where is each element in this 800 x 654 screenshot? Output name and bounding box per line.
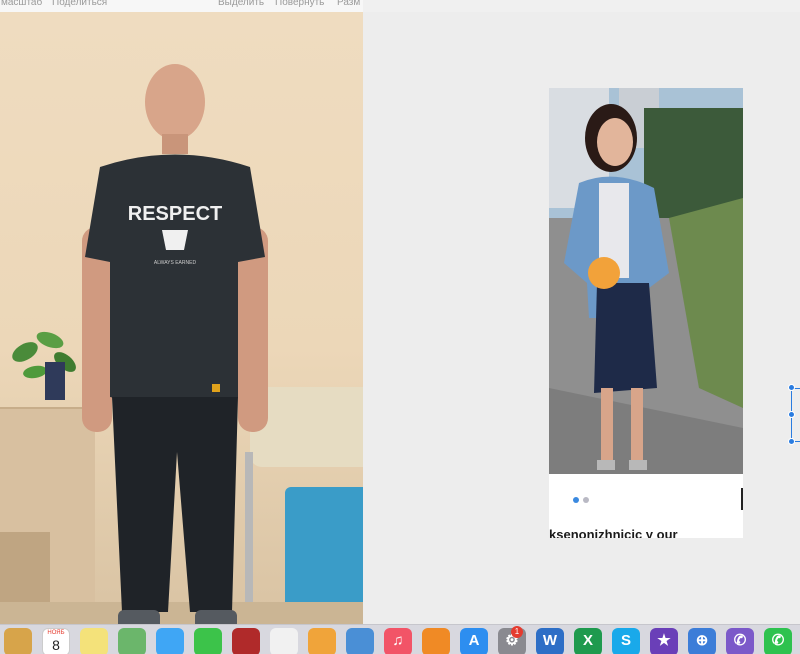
photos-icon[interactable] bbox=[270, 628, 298, 654]
calendar-day: 8 bbox=[52, 637, 60, 653]
resize-handle-bottom[interactable] bbox=[788, 438, 795, 445]
viber-icon[interactable]: ✆ bbox=[726, 628, 754, 654]
toolbar-scale[interactable]: масштаб bbox=[1, 0, 42, 8]
notes-icon[interactable] bbox=[80, 628, 108, 654]
plant-icon bbox=[12, 331, 76, 400]
app-store-glyph: A bbox=[468, 632, 480, 649]
facetime-icon[interactable] bbox=[194, 628, 222, 654]
skype-glyph: S bbox=[620, 632, 631, 649]
messages-icon[interactable] bbox=[156, 628, 184, 654]
word-glyph: W bbox=[542, 632, 558, 649]
toolbar-select[interactable]: Выделить bbox=[218, 0, 264, 8]
screen: масштаб Поделиться Выделить Повернуть Ра… bbox=[0, 0, 800, 654]
viewer-toolbar: масштаб Поделиться Выделить Повернуть Ра… bbox=[0, 0, 363, 12]
resize-handle-middle[interactable] bbox=[788, 411, 795, 418]
music-icon[interactable]: ♫ bbox=[384, 628, 412, 654]
excel-glyph: X bbox=[582, 632, 593, 649]
imovie-glyph: ★ bbox=[657, 632, 671, 649]
selection-handles[interactable] bbox=[786, 384, 800, 446]
shirt-subprint: ALWAYS EARNED bbox=[154, 260, 197, 266]
card-divider bbox=[741, 488, 743, 510]
toolbar-resize[interactable]: Разм bbox=[337, 0, 360, 8]
finder-icon[interactable] bbox=[4, 628, 32, 654]
toolbar-rotate[interactable]: Повернуть bbox=[275, 0, 324, 8]
resize-handle-top[interactable] bbox=[788, 384, 795, 391]
imovie-icon[interactable]: ★ bbox=[650, 628, 678, 654]
maps-icon[interactable] bbox=[118, 628, 146, 654]
carousel-dot-active[interactable] bbox=[573, 497, 579, 503]
excel-icon[interactable]: X bbox=[574, 628, 602, 654]
whatsapp-glyph: ✆ bbox=[771, 632, 785, 649]
whatsapp-icon[interactable]: ✆ bbox=[764, 628, 792, 654]
books-icon[interactable] bbox=[422, 628, 450, 654]
word-icon[interactable]: W bbox=[536, 628, 564, 654]
toolbar-share[interactable]: Поделиться bbox=[52, 0, 107, 8]
network-icon[interactable]: ⊕ bbox=[688, 628, 716, 654]
post-caption[interactable]: ksenonizhnicic y our bbox=[549, 528, 743, 538]
keynote-icon[interactable] bbox=[346, 628, 374, 654]
viber-glyph: ✆ bbox=[733, 632, 747, 649]
calendar-month: НОЯБ bbox=[47, 630, 65, 636]
app-store-icon[interactable]: A bbox=[460, 628, 488, 654]
pages-icon[interactable] bbox=[308, 628, 336, 654]
toolbar-strip bbox=[363, 0, 800, 12]
man-figure: RESPECT ALWAYS EARNED bbox=[82, 64, 268, 624]
dock: НОЯБ 8 ♫ A ⚙ W X S ★ ⊕ ✆ ✆ bbox=[0, 624, 800, 654]
music-glyph: ♫ bbox=[392, 632, 404, 649]
photo-booth-icon[interactable] bbox=[232, 628, 260, 654]
carousel-dot[interactable] bbox=[583, 497, 589, 503]
post-card[interactable]: ksenonizhnicic y our bbox=[549, 88, 743, 538]
calendar-icon[interactable]: НОЯБ 8 bbox=[42, 628, 70, 654]
post-photo bbox=[549, 88, 743, 474]
app-store-badge: 1 bbox=[511, 626, 523, 638]
network-glyph: ⊕ bbox=[695, 632, 709, 649]
shirt-print: RESPECT bbox=[128, 203, 222, 225]
skype-icon[interactable]: S bbox=[612, 628, 640, 654]
left-photo: RESPECT ALWAYS EARNED bbox=[0, 12, 363, 624]
